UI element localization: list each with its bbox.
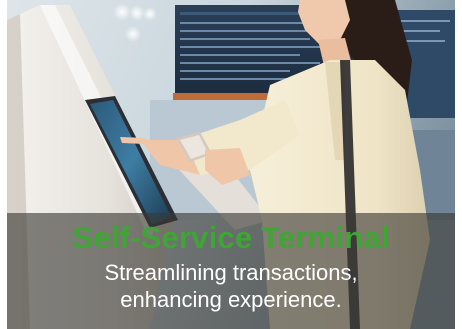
banner-subtitle-line-1: Streamlining transactions, bbox=[104, 260, 358, 285]
banner-title: Self-Service Terminal bbox=[72, 220, 390, 255]
banner-subtitle-line-2: enhancing experience. bbox=[120, 287, 342, 312]
promo-banner: Self-Service Terminal Streamlining trans… bbox=[0, 0, 462, 329]
